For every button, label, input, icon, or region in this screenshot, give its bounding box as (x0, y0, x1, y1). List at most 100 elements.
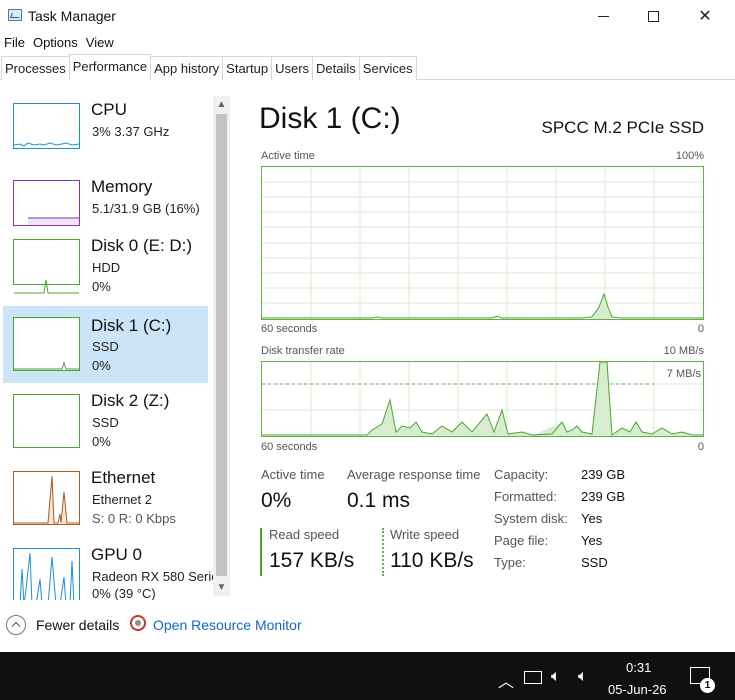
tab-performance[interactable]: Performance (68, 54, 152, 80)
ethernet-thumbnail-sparkline (14, 475, 79, 524)
menu-options[interactable]: Options (29, 33, 82, 53)
device-list: CPU 3% 3.37 GHz Memory 5.1/31.9 GB (16%)… (0, 80, 232, 608)
title-bar[interactable]: Task Manager ✕ (0, 0, 735, 32)
disk-title: Disk 1 (C:) (259, 102, 401, 135)
taskbar-clock-date[interactable]: 05-Jun-26 (608, 682, 667, 697)
taskbar-clock-time[interactable]: 0:31 (626, 660, 651, 675)
minimize-icon (597, 15, 609, 17)
scroll-up-arrow-icon[interactable]: ▲ (213, 96, 230, 113)
read-speed-label: Read speed (269, 527, 340, 542)
notification-count-badge: 1 (700, 678, 715, 693)
maximize-icon (647, 10, 659, 22)
window-title: Task Manager (28, 8, 116, 24)
device-usage: 0% (92, 358, 111, 373)
disk0-thumbnail-graph (13, 239, 80, 294)
transfer-seconds-label: 60 seconds (261, 441, 318, 453)
menu-file[interactable]: File (0, 33, 29, 53)
device-usage: 0% (39 °C) (92, 586, 156, 601)
write-speed-value: 110 KB/s (390, 549, 474, 572)
transfer-rate-graph-svg (262, 361, 703, 436)
read-speed-indicator (260, 528, 262, 576)
device-name: Disk 1 (C:) (91, 316, 172, 335)
device-name: Memory (91, 177, 153, 196)
tab-bar: Processes Performance App history Startu… (0, 54, 735, 80)
task-manager-window: Task Manager ✕ File Options View Process… (0, 0, 735, 700)
tab-startup[interactable]: Startup (222, 56, 273, 80)
device-detail: 5.1/31.9 GB (16%) (92, 201, 200, 216)
read-speed-value: 157 KB/s (269, 549, 355, 572)
transfer-graph-max: 10 MB/s (663, 345, 704, 357)
tab-users[interactable]: Users (271, 56, 314, 80)
device-usage: 0% (92, 279, 111, 294)
device-detail: 3% 3.37 GHz (92, 124, 170, 139)
gpu-thumbnail-graph (13, 548, 80, 608)
device-name: Ethernet (91, 468, 156, 487)
transfer-zero-label: 0 (697, 441, 704, 453)
device-type: SSD (92, 415, 119, 430)
tab-processes[interactable]: Processes (1, 56, 70, 80)
active-time-seconds-label: 60 seconds (261, 323, 318, 335)
device-item-ethernet[interactable]: Ethernet Ethernet 2 S: 0 R: 0 Kbps (3, 462, 208, 539)
capacity-value: 239 GB (581, 467, 626, 482)
menu-bar: File Options View (0, 33, 118, 53)
open-resource-monitor-link[interactable]: Open Resource Monitor (153, 617, 302, 633)
cpu-thumbnail-graph (13, 103, 80, 149)
type-label: Type: (494, 555, 526, 570)
menu-view[interactable]: View (82, 33, 118, 53)
device-item-disk-0[interactable]: Disk 0 (E: D:) HDD 0% (3, 230, 208, 307)
ethernet-thumbnail-graph (13, 471, 80, 525)
type-value: SSD (581, 555, 608, 570)
device-name: GPU 0 (91, 545, 143, 564)
memory-thumbnail-graph (13, 180, 80, 226)
close-icon: ✕ (698, 8, 712, 25)
device-usage: 0% (92, 434, 111, 449)
tab-app-history[interactable]: App history (150, 56, 224, 80)
active-time-stat-value: 0% (261, 489, 292, 512)
disk1-thumbnail-sparkline (14, 361, 79, 370)
device-item-disk-2[interactable]: Disk 2 (Z:) SSD 0% (3, 385, 208, 462)
network-icon[interactable] (524, 671, 542, 684)
show-hidden-icons-chevron-icon[interactable]: ︿ (498, 668, 514, 692)
cpu-thumbnail-sparkline (14, 142, 79, 147)
device-model: Radeon RX 580 Serie (92, 569, 214, 584)
device-list-scrollbar[interactable]: ▲ ▼ (213, 96, 230, 596)
minimize-button[interactable] (580, 0, 626, 32)
speaker-icon[interactable]: 🔈︎ (551, 668, 561, 686)
scroll-down-arrow-icon[interactable]: ▼ (213, 579, 230, 596)
device-adapter: Ethernet 2 (92, 492, 152, 507)
capacity-label: Capacity: (494, 467, 549, 482)
formatted-label: Formatted: (494, 489, 557, 504)
disk0-thumbnail-sparkline (14, 279, 79, 294)
active-time-graph-max: 100% (675, 150, 704, 162)
active-time-graph-label: Active time (261, 150, 315, 162)
device-item-cpu[interactable]: CPU 3% 3.37 GHz (3, 94, 208, 171)
device-item-disk-1[interactable]: Disk 1 (C:) SSD 0% (3, 306, 208, 383)
device-name: Disk 2 (Z:) (91, 391, 170, 410)
system-disk-label: System disk: (494, 511, 568, 526)
device-type: SSD (92, 339, 119, 354)
disk2-thumbnail-graph (13, 394, 80, 448)
chevron-up-icon[interactable] (6, 615, 26, 635)
write-speed-label: Write speed (390, 527, 460, 542)
active-time-graph-svg (262, 167, 703, 319)
speaker-icon-2[interactable]: 🔈︎ (578, 668, 588, 686)
device-name: Disk 0 (E: D:) (91, 236, 193, 255)
maximize-button[interactable] (630, 0, 676, 32)
avg-response-stat-value: 0.1 ms (347, 489, 411, 512)
memory-thumbnail-sparkline (28, 217, 79, 225)
page-file-value: Yes (581, 533, 603, 548)
transfer-graph-inner-label: 7 MB/s (666, 368, 701, 380)
device-type: HDD (92, 260, 121, 275)
transfer-rate-graph: 7 MB/s (261, 361, 704, 437)
fewer-details-button[interactable]: Fewer details (36, 617, 119, 633)
scrollbar-thumb[interactable] (216, 114, 227, 576)
active-time-stat-label: Active time (261, 467, 325, 482)
tab-services[interactable]: Services (358, 56, 417, 80)
close-button[interactable]: ✕ (682, 0, 728, 32)
active-time-zero-label: 0 (697, 323, 704, 335)
task-manager-icon (8, 9, 22, 21)
tab-details[interactable]: Details (312, 56, 360, 80)
device-name: CPU (91, 100, 127, 119)
active-time-graph (261, 166, 704, 320)
gpu-thumbnail-sparkline (14, 552, 79, 606)
